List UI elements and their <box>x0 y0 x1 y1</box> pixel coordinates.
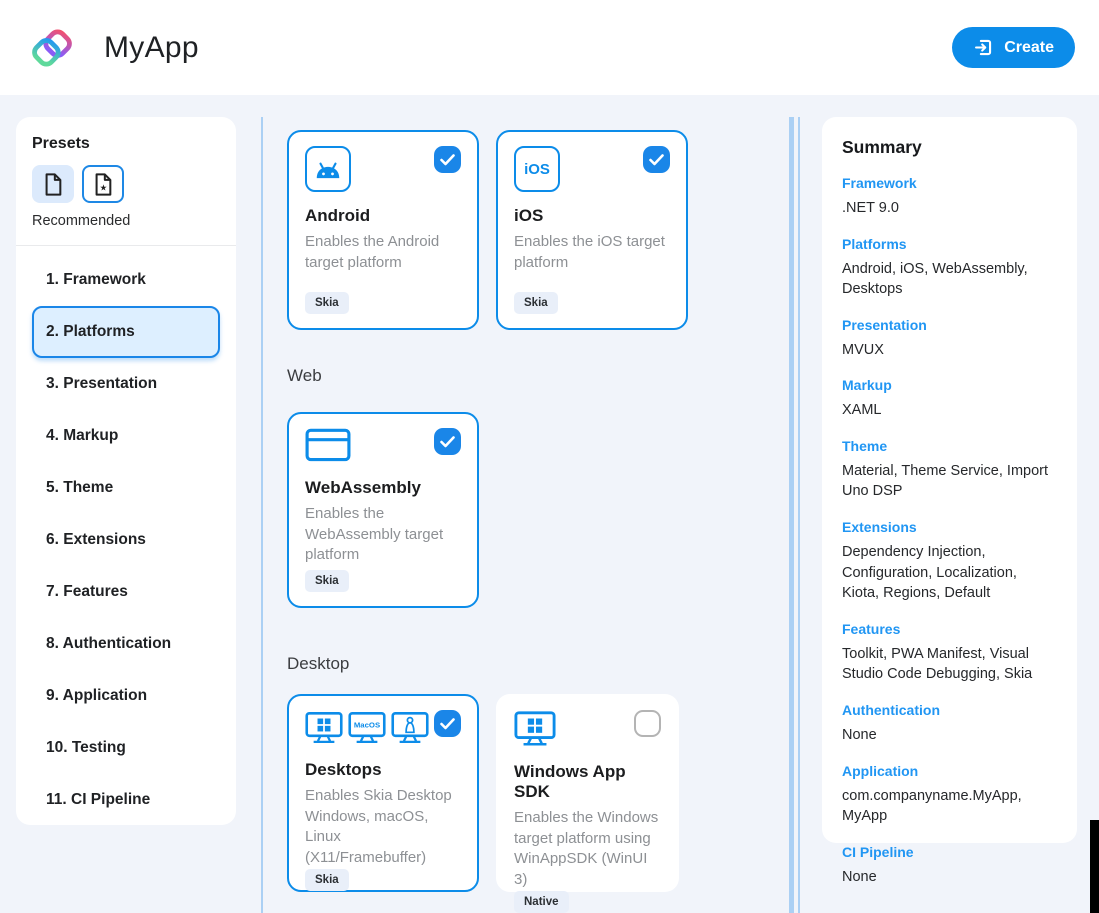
card-description: Enables the Windows target platform usin… <box>514 808 661 891</box>
desktops-checkbox-checked[interactable] <box>434 710 461 737</box>
summary-value-ci-pipeline: None <box>842 867 1057 888</box>
card-title: WebAssembly <box>305 478 461 498</box>
content-area: Presets ★ Recommended 1. Framework 2. Pl… <box>0 95 1099 913</box>
card-android[interactable]: Android Enables the Android target platf… <box>287 130 479 330</box>
card-description: Enables the Android target platform <box>305 232 461 273</box>
summary-label-platforms: Platforms <box>842 236 1057 252</box>
renderer-badge: Native <box>514 891 569 913</box>
renderer-badge: Skia <box>305 869 349 891</box>
android-checkbox-checked[interactable] <box>434 146 461 173</box>
summary-value-application: com.companyname.MyApp, MyApp <box>842 786 1057 827</box>
summary-label-framework: Framework <box>842 175 1057 191</box>
summary-value-platforms: Android, iOS, WebAssembly, Desktops <box>842 259 1057 300</box>
create-button-label: Create <box>1004 39 1054 57</box>
summary-label-markup: Markup <box>842 377 1057 393</box>
summary-label-authentication: Authentication <box>842 702 1057 718</box>
browser-window-icon <box>305 428 351 464</box>
step-testing[interactable]: 10. Testing <box>32 722 220 774</box>
platforms-panel: Android Enables the Android target platf… <box>261 117 800 913</box>
card-description: Enables the WebAssembly target platform <box>305 504 461 566</box>
summary-value-extensions: Dependency Injection, Configuration, Loc… <box>842 542 1057 604</box>
card-title: Windows App SDK <box>514 762 661 802</box>
android-robot-icon <box>313 157 343 181</box>
screen-artifact-bar <box>1090 820 1099 913</box>
step-theme[interactable]: 5. Theme <box>32 462 220 514</box>
summary-value-theme: Material, Theme Service, Import Uno DSP <box>842 461 1057 502</box>
preset-recommended-button[interactable]: ★ <box>82 165 124 203</box>
ios-icon-box: iOS <box>514 146 560 192</box>
blank-file-icon <box>42 172 64 197</box>
recommended-label: Recommended <box>32 213 220 229</box>
windows-monitor-icon <box>305 710 343 746</box>
linux-monitor-icon <box>391 710 429 746</box>
summary-label-presentation: Presentation <box>842 317 1057 333</box>
web-cards-row: WebAssembly Enables the WebAssembly targ… <box>287 412 798 608</box>
summary-value-markup: XAML <box>842 400 1057 421</box>
winappsdk-checkbox-unchecked[interactable] <box>634 710 661 737</box>
presets-title: Presets <box>32 135 220 153</box>
step-features[interactable]: 7. Features <box>32 566 220 618</box>
summary-value-presentation: MVUX <box>842 340 1057 361</box>
card-webassembly[interactable]: WebAssembly Enables the WebAssembly targ… <box>287 412 479 608</box>
wizard-steps: 1. Framework 2. Platforms 3. Presentatio… <box>32 254 220 826</box>
step-presentation[interactable]: 3. Presentation <box>32 358 220 410</box>
star-glyph: ★ <box>100 183 107 192</box>
summary-value-features: Toolkit, PWA Manifest, Visual Studio Cod… <box>842 644 1057 685</box>
step-platforms[interactable]: 2. Platforms <box>32 306 220 358</box>
app-logo-icon <box>26 21 78 75</box>
sidebar: Presets ★ Recommended 1. Framework 2. Pl… <box>16 117 236 825</box>
renderer-badge: Skia <box>514 292 558 314</box>
step-ci-pipeline[interactable]: 11. CI Pipeline <box>32 774 220 826</box>
summary-value-framework: .NET 9.0 <box>842 198 1057 219</box>
check-icon <box>440 436 455 448</box>
summary-label-features: Features <box>842 621 1057 637</box>
preset-buttons: ★ <box>32 165 220 203</box>
summary-label-extensions: Extensions <box>842 519 1057 535</box>
vertical-scrollbar[interactable] <box>789 117 794 913</box>
renderer-badge: Skia <box>305 292 349 314</box>
card-desktops[interactable]: MacOS Desktops <box>287 694 479 892</box>
summary-label-ci-pipeline: CI Pipeline <box>842 844 1057 860</box>
card-title: Desktops <box>305 760 461 780</box>
step-extensions[interactable]: 6. Extensions <box>32 514 220 566</box>
mobile-cards-row: Android Enables the Android target platf… <box>287 130 798 330</box>
summary-panel: Summary Framework .NET 9.0 Platforms And… <box>822 117 1077 843</box>
step-markup[interactable]: 4. Markup <box>32 410 220 462</box>
desktop-cards-row: MacOS Desktops <box>287 694 798 892</box>
macos-monitor-icon: MacOS <box>348 710 386 746</box>
card-ios[interactable]: iOS iOS Enables the iOS target platform … <box>496 130 688 330</box>
macos-monitor-label: MacOS <box>354 721 380 730</box>
enter-arrow-icon <box>973 37 994 58</box>
starred-file-icon: ★ <box>92 172 114 197</box>
preset-blank-button[interactable] <box>32 165 74 203</box>
summary-label-application: Application <box>842 763 1057 779</box>
step-framework[interactable]: 1. Framework <box>32 254 220 306</box>
windows-monitor-icon <box>514 710 556 748</box>
ios-checkbox-checked[interactable] <box>643 146 670 173</box>
card-description: Enables Skia Desktop Windows, macOS, Lin… <box>305 786 461 869</box>
desktop-section-label: Desktop <box>287 654 798 674</box>
step-application[interactable]: 9. Application <box>32 670 220 722</box>
ios-text-icon: iOS <box>524 161 550 178</box>
create-button[interactable]: Create <box>952 27 1075 68</box>
summary-value-authentication: None <box>842 725 1057 746</box>
card-windows-app-sdk[interactable]: Windows App SDK Enables the Windows targ… <box>496 694 679 892</box>
card-title: iOS <box>514 206 670 226</box>
sidebar-divider <box>16 245 236 246</box>
card-title: Android <box>305 206 461 226</box>
check-icon <box>440 154 455 166</box>
check-icon <box>440 718 455 730</box>
summary-title: Summary <box>842 137 1057 158</box>
header: MyApp Create <box>0 0 1099 95</box>
android-icon-box <box>305 146 351 192</box>
webassembly-checkbox-checked[interactable] <box>434 428 461 455</box>
renderer-badge: Skia <box>305 570 349 592</box>
web-section-label: Web <box>287 366 798 386</box>
summary-label-theme: Theme <box>842 438 1057 454</box>
step-authentication[interactable]: 8. Authentication <box>32 618 220 670</box>
check-icon <box>649 154 664 166</box>
page-title: MyApp <box>104 31 199 65</box>
card-description: Enables the iOS target platform <box>514 232 670 273</box>
